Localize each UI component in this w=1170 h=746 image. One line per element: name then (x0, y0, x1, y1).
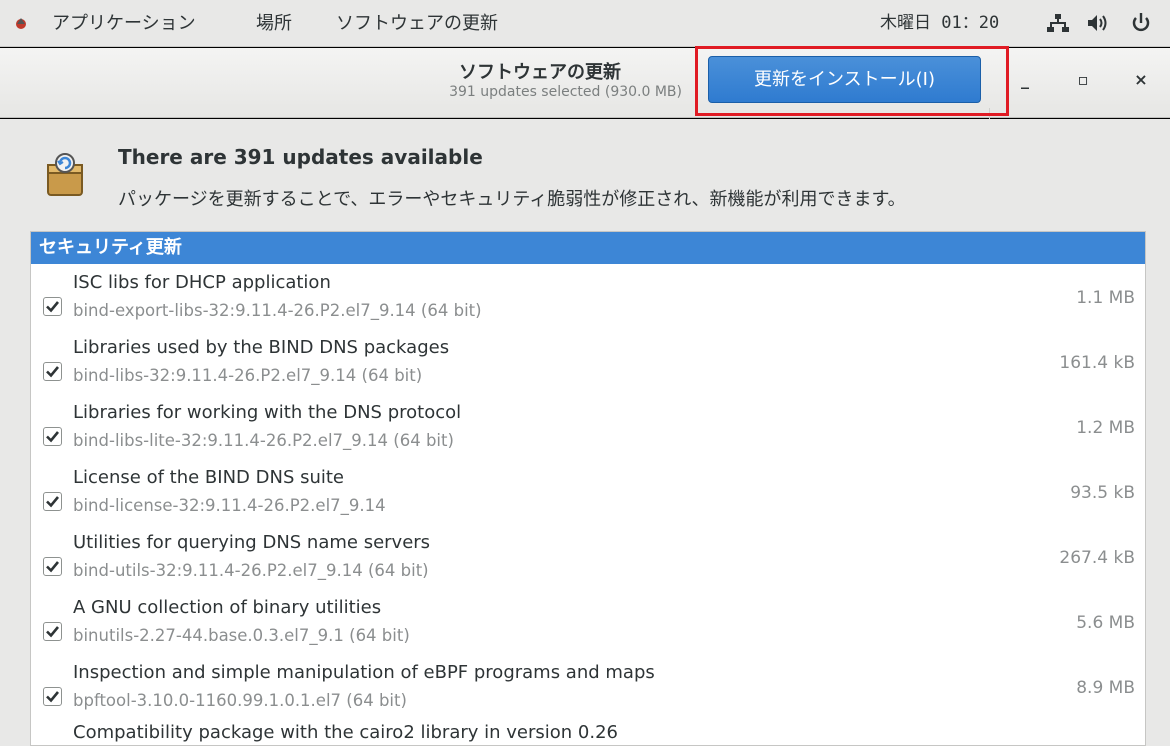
update-package-id: bind-license-32:9.11.4-26.P2.el7_9.14 (73, 496, 386, 515)
distro-logo-icon[interactable] (14, 0, 34, 47)
update-checkbox[interactable] (43, 362, 62, 381)
network-icon[interactable] (1047, 0, 1071, 47)
update-checkbox[interactable] (43, 427, 62, 446)
update-name: Inspection and simple manipulation of eB… (73, 662, 655, 683)
update-checkbox[interactable] (43, 492, 62, 511)
update-name: A GNU collection of binary utilities (73, 597, 382, 618)
update-package-id: bpftool-3.10.0-1160.99.1.0.1.el7 (64 bit… (73, 691, 407, 710)
top-panel: アプリケーション 場所 ソフトウェアの更新 木曜日 01：20 (0, 0, 1170, 47)
install-updates-button[interactable]: 更新をインストール(I) (708, 56, 981, 103)
places-menu[interactable]: 場所 (256, 0, 292, 47)
update-name-partial: Compatibility package with the cairo2 li… (73, 722, 618, 743)
window-subtitle: 391 updates selected (930.0 MB) (449, 84, 682, 100)
section-header-security: セキュリティ更新 (31, 232, 1145, 264)
update-row[interactable]: Utilities for querying DNS name servers b… (31, 524, 1145, 589)
app-menu[interactable]: ソフトウェアの更新 (336, 0, 498, 47)
update-row[interactable]: Libraries for working with the DNS proto… (31, 394, 1145, 459)
volume-icon[interactable] (1086, 0, 1110, 47)
update-name: ISC libs for DHCP application (73, 272, 331, 293)
update-checkbox[interactable] (43, 297, 62, 316)
update-size: 161.4 kB (1059, 353, 1135, 373)
update-row[interactable]: Libraries used by the BIND DNS packages b… (31, 329, 1145, 394)
main-content: There are 391 updates available パッケージを更新… (0, 119, 1170, 746)
window-title: ソフトウェアの更新 (459, 62, 621, 83)
update-package-id: bind-libs-32:9.11.4-26.P2.el7_9.14 (64 b… (73, 366, 423, 385)
applications-menu[interactable]: アプリケーション (52, 0, 196, 47)
maximize-button[interactable]: ▫ (1066, 62, 1100, 98)
update-checkbox[interactable] (43, 687, 62, 706)
update-name: License of the BIND DNS suite (73, 467, 345, 488)
update-size: 5.6 MB (1076, 613, 1135, 633)
updates-available-title: There are 391 updates available (118, 145, 483, 169)
update-name: Utilities for querying DNS name servers (73, 532, 431, 553)
update-name: Libraries for working with the DNS proto… (73, 402, 462, 423)
software-update-icon (40, 151, 90, 199)
update-package-id: bind-utils-32:9.11.4-26.P2.el7_9.14 (64 … (73, 561, 429, 580)
update-row[interactable]: Inspection and simple manipulation of eB… (31, 654, 1145, 719)
update-row[interactable]: A GNU collection of binary utilities binu… (31, 589, 1145, 654)
update-size: 1.2 MB (1076, 418, 1135, 438)
checkmark-icon (46, 561, 60, 573)
updates-list: セキュリティ更新 ISC libs for DHCP application bi… (30, 231, 1146, 746)
update-package-id: binutils-2.27-44.base.0.3.el7_9.1 (64 bi… (73, 626, 410, 645)
update-row[interactable]: License of the BIND DNS suite bind-licens… (31, 459, 1145, 524)
checkmark-icon (46, 496, 60, 508)
power-icon[interactable] (1130, 0, 1154, 47)
checkmark-icon (46, 366, 60, 378)
checkmark-icon (46, 626, 60, 638)
update-size: 267.4 kB (1059, 548, 1135, 568)
update-checkbox[interactable] (43, 622, 62, 641)
update-row[interactable]: ISC libs for DHCP application bind-export… (31, 264, 1145, 329)
update-name: Libraries used by the BIND DNS packages (73, 337, 450, 358)
updates-description: パッケージを更新することで、エラーやセキュリティ脆弱性が修正され、新機能が利用で… (118, 189, 906, 210)
update-size: 93.5 kB (1070, 483, 1135, 503)
checkmark-icon (46, 691, 60, 703)
update-package-id: bind-libs-lite-32:9.11.4-26.P2.el7_9.14 … (73, 431, 454, 450)
close-button[interactable]: × (1124, 62, 1158, 98)
update-size: 8.9 MB (1076, 678, 1135, 698)
checkmark-icon (46, 431, 60, 443)
update-size: 1.1 MB (1076, 288, 1135, 308)
update-checkbox[interactable] (43, 557, 62, 576)
clock[interactable]: 木曜日 01：20 (880, 0, 999, 47)
checkmark-icon (46, 301, 60, 313)
update-package-id: bind-export-libs-32:9.11.4-26.P2.el7_9.1… (73, 301, 482, 320)
minimize-button[interactable]: _ (1008, 62, 1042, 98)
